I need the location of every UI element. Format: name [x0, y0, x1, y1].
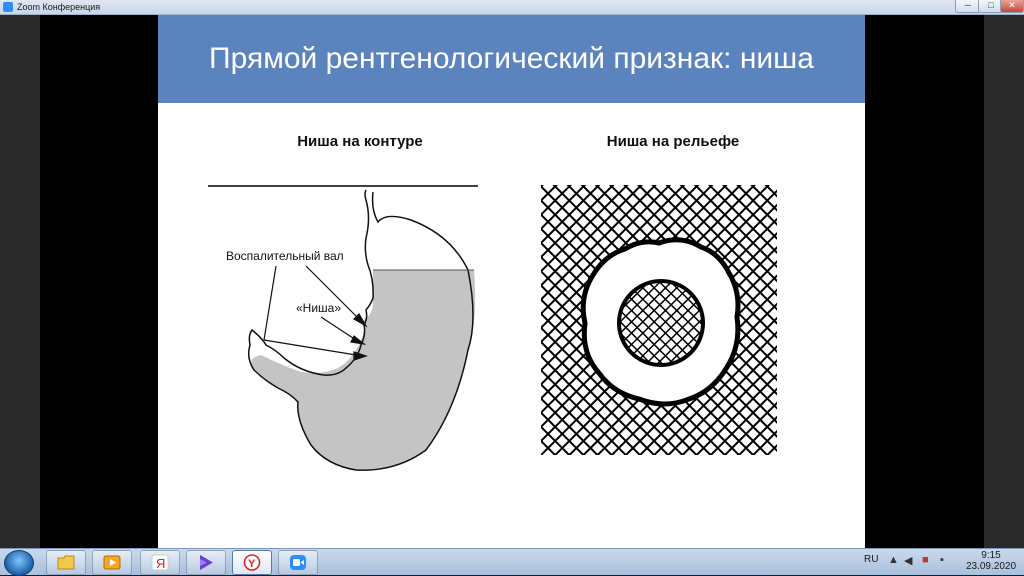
label-niche: «Ниша»	[296, 301, 341, 315]
viewer-margin-left	[0, 15, 40, 548]
window-title: Zoom Конференция	[17, 2, 101, 12]
clock-date: 23.09.2020	[965, 561, 1017, 572]
folder-icon	[57, 555, 75, 570]
letterbox-right	[865, 15, 984, 548]
notification-icon[interactable]: ▪	[940, 554, 944, 566]
taskbar: Я Y RU ▲ ◀ ■ ▪ 9:15 23.09.2020	[0, 548, 1024, 576]
language-indicator[interactable]: RU	[864, 554, 878, 565]
viewer-margin-right	[984, 15, 1024, 548]
taskbar-explorer[interactable]	[46, 550, 86, 575]
taskbar-video-app[interactable]	[186, 550, 226, 575]
niche-crater	[617, 279, 705, 367]
volume-icon[interactable]: ◀	[904, 554, 912, 567]
slide-header: Прямой рентгенологический признак: ниша	[158, 15, 865, 103]
yandex-browser-icon: Y	[243, 554, 261, 571]
window-title-bar[interactable]: Zoom Конференция ─ □ ✕	[0, 0, 1024, 15]
network-icon[interactable]: ■	[922, 554, 929, 566]
barium-fill	[251, 270, 476, 471]
relief-niche-diagram	[541, 185, 777, 455]
zoom-app-icon	[3, 2, 13, 12]
taskbar-yandex-browser[interactable]: Y	[232, 550, 272, 575]
subtitle-relief-niche: Ниша на рельефе	[606, 133, 740, 150]
media-player-icon	[103, 555, 121, 570]
svg-text:Я: Я	[156, 556, 165, 571]
label-inflammatory-ridge: Воспалительный вал	[226, 249, 344, 263]
taskbar-clock[interactable]: 9:15 23.09.2020	[962, 550, 1020, 573]
yandex-icon: Я	[151, 554, 169, 571]
svg-text:Y: Y	[248, 558, 256, 570]
taskbar-yandex[interactable]: Я	[140, 550, 180, 575]
presentation-slide: Прямой рентгенологический признак: ниша …	[158, 15, 865, 548]
play-icon	[200, 555, 213, 570]
taskbar-zoom[interactable]	[278, 550, 318, 575]
subtitle-contour-niche: Ниша на контуре	[297, 133, 423, 150]
show-hidden-icons-icon[interactable]: ▲	[888, 554, 899, 566]
clock-time: 9:15	[981, 550, 1001, 561]
taskbar-media-player[interactable]	[92, 550, 132, 575]
start-button[interactable]	[4, 550, 34, 576]
letterbox-left	[40, 15, 158, 548]
slide-title: Прямой рентгенологический признак: ниша	[209, 42, 814, 75]
zoom-icon	[290, 555, 306, 570]
close-button[interactable]: ✕	[1000, 0, 1024, 13]
stomach-contour-diagram: Воспалительный вал «Ниша»	[208, 185, 478, 471]
system-tray: RU ▲ ◀ ■ ▪ 9:15 23.09.2020	[858, 549, 1024, 575]
